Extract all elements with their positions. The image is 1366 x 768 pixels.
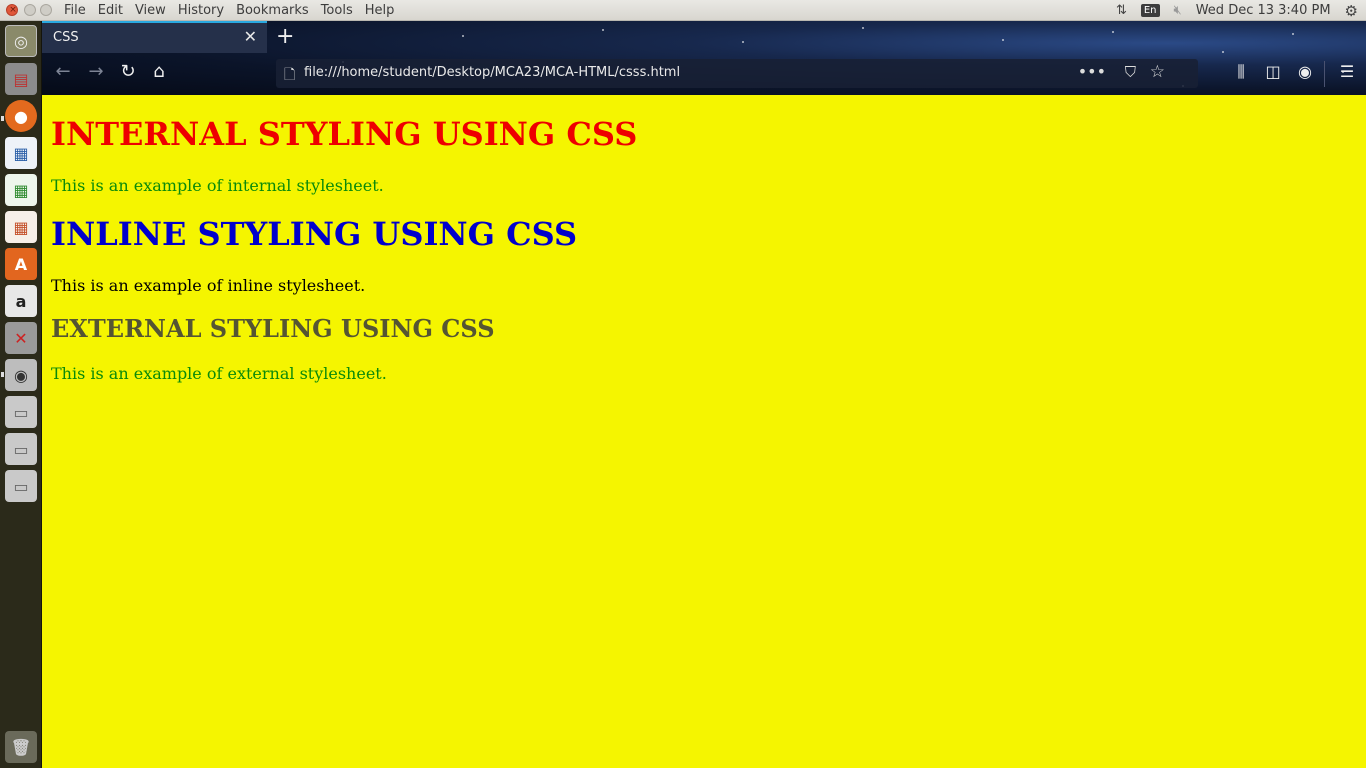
menu-help[interactable]: Help (359, 2, 401, 19)
reload-icon[interactable]: ↻ (115, 61, 141, 82)
drive-icon[interactable]: ▭ (5, 433, 37, 465)
internal-styling-heading: INTERNAL STYLING USING CSS (51, 115, 638, 153)
firefox-icon[interactable]: ● (5, 100, 37, 132)
window-maximize-button[interactable] (40, 4, 52, 16)
ubuntu-dash-icon[interactable]: ◎ (5, 25, 37, 57)
writer-icon[interactable]: ▦ (5, 137, 37, 169)
sidebar-icon[interactable]: ◫ (1262, 62, 1284, 81)
url-text[interactable]: file:///home/student/Desktop/MCA23/MCA-H… (304, 65, 680, 80)
impress-icon[interactable]: ▦ (5, 211, 37, 243)
volume-muted-icon[interactable]: 🔇︎ (1174, 3, 1182, 18)
navigation-bar: ← → ↻ ⌂ 🗋︎ file:///home/student/Desktop/… (42, 53, 1366, 95)
tab-active[interactable]: CSS ✕ (42, 21, 267, 53)
keyboard-layout-indicator[interactable]: En (1140, 4, 1160, 17)
window-close-button[interactable]: × (6, 4, 18, 16)
menu-edit[interactable]: Edit (92, 2, 129, 19)
menu-view[interactable]: View (129, 2, 172, 19)
inline-styling-text: This is an example of inline stylesheet. (51, 276, 366, 295)
hamburger-menu-icon[interactable]: ☰ (1336, 62, 1358, 81)
window-minimize-button[interactable] (24, 4, 36, 16)
calc-icon[interactable]: ▦ (5, 174, 37, 206)
page-content: INTERNAL STYLING USING CSS This is an ex… (42, 95, 1366, 768)
page-icon: 🗋︎ (284, 67, 296, 83)
tab-title: CSS (53, 30, 79, 45)
launcher: ◎ ▤ ● ▦ ▦ ▦ A a ✕ ◉ ▭ ▭ ▭ 🗑︎ (0, 21, 42, 768)
external-styling-heading: EXTERNAL STYLING USING CSS (51, 314, 495, 343)
internal-styling-text: This is an example of internal styleshee… (51, 176, 384, 195)
drive-icon[interactable]: ▭ (5, 396, 37, 428)
application-menu: File Edit View History Bookmarks Tools H… (58, 2, 400, 19)
bookmark-star-icon[interactable]: ☆ (1150, 62, 1165, 82)
system-tray: ⇅ En 🔇︎ Wed Dec 13 3:40 PM ⚙ (1116, 0, 1366, 21)
back-arrow-icon[interactable]: ← (50, 61, 76, 82)
system-menu-bar: × File Edit View History Bookmarks Tools… (0, 0, 1366, 21)
url-bar[interactable]: 🗋︎ file:///home/student/Desktop/MCA23/MC… (276, 59, 1198, 88)
system-settings-icon[interactable]: ✕ (5, 322, 37, 354)
more-actions-icon[interactable]: ••• (1078, 62, 1106, 81)
inline-styling-heading: INLINE STYLING USING CSS (51, 215, 578, 253)
camera-icon[interactable]: ◉ (5, 359, 37, 391)
menu-history[interactable]: History (172, 2, 230, 19)
account-icon[interactable]: ◉ (1294, 62, 1316, 81)
toolbar-separator (1324, 61, 1325, 87)
library-icon[interactable]: ⫼ (1230, 62, 1252, 82)
pocket-icon[interactable]: ⛉ (1125, 63, 1136, 81)
amazon-icon[interactable]: a (5, 285, 37, 317)
browser-toolbar: CSS ✕ + ← → ↻ ⌂ 🗋︎ file:///home/student/… (42, 21, 1366, 95)
menu-bookmarks[interactable]: Bookmarks (230, 2, 315, 19)
network-arrows-icon[interactable]: ⇅ (1116, 3, 1127, 18)
drive-icon[interactable]: ▭ (5, 470, 37, 502)
external-styling-text: This is an example of external styleshee… (51, 364, 387, 383)
home-icon[interactable]: ⌂ (146, 61, 172, 82)
menu-tools[interactable]: Tools (315, 2, 359, 19)
menu-file[interactable]: File (58, 2, 92, 19)
close-tab-icon[interactable]: ✕ (244, 27, 257, 46)
new-tab-icon[interactable]: + (276, 24, 294, 49)
settings-gear-icon[interactable]: ⚙ (1345, 2, 1358, 20)
trash-icon[interactable]: 🗑︎ (5, 731, 37, 763)
software-center-icon[interactable]: A (5, 248, 37, 280)
file-manager-icon[interactable]: ▤ (5, 63, 37, 95)
forward-arrow-icon[interactable]: → (83, 61, 109, 82)
clock[interactable]: Wed Dec 13 3:40 PM (1196, 3, 1331, 18)
